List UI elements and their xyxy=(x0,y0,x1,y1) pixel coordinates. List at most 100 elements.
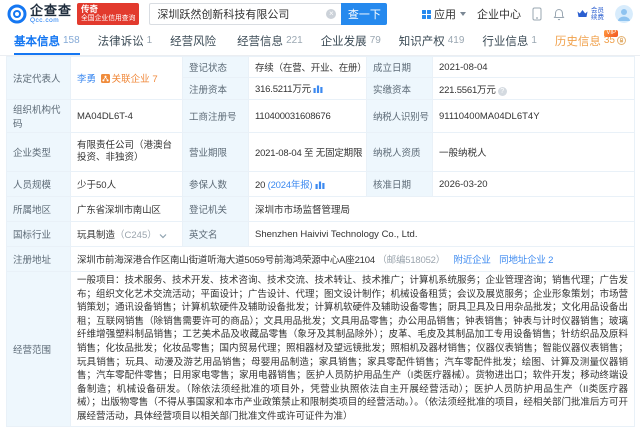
tab-label: 企业发展 xyxy=(320,35,367,48)
capital-chart-icon[interactable] xyxy=(313,84,323,96)
chevron-down-icon[interactable] xyxy=(159,231,167,242)
reg-capital-cell: 316.5211万元 xyxy=(248,77,367,100)
same-address-label: 同地址企业 xyxy=(499,255,546,266)
legal-rep-cell: 李勇 关联企业 7 xyxy=(70,56,183,100)
address-cell: 深圳市前海深港合作区南山街道听海大道5059号前海鸿荣源中心A座2104 （邮编… xyxy=(70,246,635,272)
region-value: 广东省深圳市南山区 xyxy=(70,196,183,222)
nav-enterprise-center[interactable]: 企业中心 xyxy=(477,6,521,22)
same-address-count: 2 xyxy=(548,255,554,266)
credit-lookup-badge: 传奇 全国企业信用查询 xyxy=(77,3,140,25)
legal-rep-link[interactable]: 李勇 xyxy=(77,74,96,85)
staff-size-label: 人员规模 xyxy=(6,171,71,197)
top-nav: 应用 企业中心 会员 续费 xyxy=(422,5,633,23)
info-icon[interactable]: ? xyxy=(497,86,507,96)
caret-down-icon xyxy=(460,12,466,16)
industry-label: 国标行业 xyxy=(6,221,71,247)
org-code-label: 组织机构代码 xyxy=(6,99,71,133)
basic-info-table: 法定代表人 李勇 关联企业 7 登记状态 存续（在营、开业、在册） 成立日期 2… xyxy=(6,56,635,427)
taxpayer-quality-label: 纳税人资质 xyxy=(366,132,433,172)
tab-operating-risk[interactable]: 经营风险 xyxy=(170,28,219,55)
approval-date-label: 核准日期 xyxy=(366,171,433,197)
vip-badge: VIP xyxy=(604,30,618,37)
vip-label-1: 会员 xyxy=(591,7,604,14)
logo-text: 企查查 xyxy=(30,2,73,18)
biz-reg-no-value: 110400031608676 xyxy=(248,99,367,133)
reg-authority-value: 深圳市市场监督管理局 xyxy=(248,196,635,222)
scope-label: 经营范围 xyxy=(6,271,71,427)
tab-count: 419 xyxy=(447,35,465,46)
reg-status-label: 登记状态 xyxy=(182,56,249,78)
related-count: 7 xyxy=(152,73,158,85)
crown-icon xyxy=(576,9,589,19)
address-label: 注册地址 xyxy=(6,246,71,272)
org-code-value: MA04DL6T-4 xyxy=(70,99,183,133)
notifications-bell-icon[interactable] xyxy=(553,8,565,21)
top-bar: 企查查 Qcc.com 传奇 全国企业信用查询 × 查一下 应用 企业中心 xyxy=(0,0,640,28)
nearby-companies-link[interactable]: 附近企业 xyxy=(454,255,491,266)
nav-apps[interactable]: 应用 xyxy=(422,6,466,22)
clear-icon[interactable]: × xyxy=(326,9,337,19)
related-companies-link[interactable]: 关联企业 7 xyxy=(112,74,158,85)
annual-report-link[interactable]: (2024年报) xyxy=(268,180,313,191)
taxpayer-quality-value: 一般纳税人 xyxy=(432,132,635,172)
tab-count: 158 xyxy=(63,35,80,46)
company-type-label: 企业类型 xyxy=(6,132,71,172)
reg-status-value: 存续（在营、开业、在册） xyxy=(248,56,367,78)
related-label: 关联企业 xyxy=(111,73,150,85)
paid-capital-value: 221.5561万元 xyxy=(439,84,496,96)
paid-capital-label: 实缴资本 xyxy=(366,77,433,100)
tab-label: 行业信息 xyxy=(482,35,529,48)
reg-capital-label: 注册资本 xyxy=(182,77,249,100)
tab-basic-info[interactable]: 基本信息 158 xyxy=(14,28,80,55)
address-value: 深圳市前海深港合作区南山街道听海大道5059号前海鸿荣源中心A座2104 xyxy=(77,255,375,266)
user-avatar[interactable] xyxy=(615,5,633,23)
section-tabs: 基本信息 158 法律诉讼 1 经营风险 经营信息 221 企业发展 79 知识产权 41… xyxy=(0,28,640,56)
region-label: 所属地区 xyxy=(6,196,71,222)
tab-label: 历史信息 xyxy=(554,35,601,48)
tab-history-info[interactable]: VIP 历史信息 35 xyxy=(555,28,626,55)
biz-term-label: 营业期限 xyxy=(182,132,249,172)
biz-term-value: 2021-08-04 至 无固定期限 xyxy=(248,132,367,172)
tab-count: 1 xyxy=(531,35,537,46)
tab-label: 经营信息 xyxy=(237,35,284,48)
badge-line1: 传奇 xyxy=(81,4,99,15)
search-button[interactable]: 查一下 xyxy=(341,3,388,25)
scope-text: 一般项目：技术服务、技术开发、技术咨询、技术交流、技术转让、技术推广；计算机系统… xyxy=(70,271,635,427)
search-input[interactable] xyxy=(149,3,342,25)
tab-company-development[interactable]: 企业发展 79 xyxy=(321,28,381,55)
tab-count: 1 xyxy=(146,35,153,46)
tab-label: 知识产权 xyxy=(398,35,445,48)
legal-rep-label: 法定代表人 xyxy=(6,56,71,100)
vip-label-2: 续费 xyxy=(591,14,604,21)
tab-legal-cases[interactable]: 法律诉讼 1 xyxy=(98,28,153,55)
en-name-value: Shenzhen Haivivi Technology Co., Ltd. xyxy=(248,221,635,247)
industry-cell: 玩具制造（C245） xyxy=(70,221,183,247)
insured-cell: 20 (2024年报) xyxy=(248,171,367,197)
same-address-link[interactable]: 同地址企业 2 xyxy=(499,255,553,266)
mobile-app-icon[interactable] xyxy=(532,7,542,21)
paid-capital-cell: 221.5561万元? xyxy=(432,77,635,100)
qcc-logo[interactable]: 企查查 Qcc.com xyxy=(7,4,72,25)
tab-business-info[interactable]: 经营信息 221 xyxy=(237,28,303,55)
en-name-label: 英文名 xyxy=(182,221,249,247)
industry-code: （C245） xyxy=(115,229,157,241)
vip-renew-button[interactable]: 会员 续费 xyxy=(576,7,604,21)
biz-reg-no-label: 工商注册号 xyxy=(182,99,249,133)
tab-label: 法律诉讼 xyxy=(97,35,144,48)
address-zip: （邮编518052） xyxy=(377,255,446,266)
company-type-value: 有限责任公司（港澳台投资、非独资） xyxy=(70,132,183,172)
tab-industry-info[interactable]: 行业信息 1 xyxy=(482,28,537,55)
approval-date-value: 2026-03-20 xyxy=(432,171,635,197)
tab-intellectual-property[interactable]: 知识产权 419 xyxy=(399,28,465,55)
insured-chart-icon[interactable] xyxy=(315,180,325,192)
tab-count: 79 xyxy=(369,35,381,46)
reg-capital-value: 316.5211万元 xyxy=(255,84,311,95)
qcc-logo-icon xyxy=(7,4,27,24)
staff-size-value: 少于50人 xyxy=(70,171,183,197)
establish-date-value: 2021-08-04 xyxy=(432,56,635,78)
tab-count: 221 xyxy=(286,35,303,46)
apps-grid-icon xyxy=(422,9,431,19)
establish-date-label: 成立日期 xyxy=(366,56,433,78)
related-company-icon xyxy=(100,73,110,86)
nav-apps-label: 应用 xyxy=(434,9,456,21)
